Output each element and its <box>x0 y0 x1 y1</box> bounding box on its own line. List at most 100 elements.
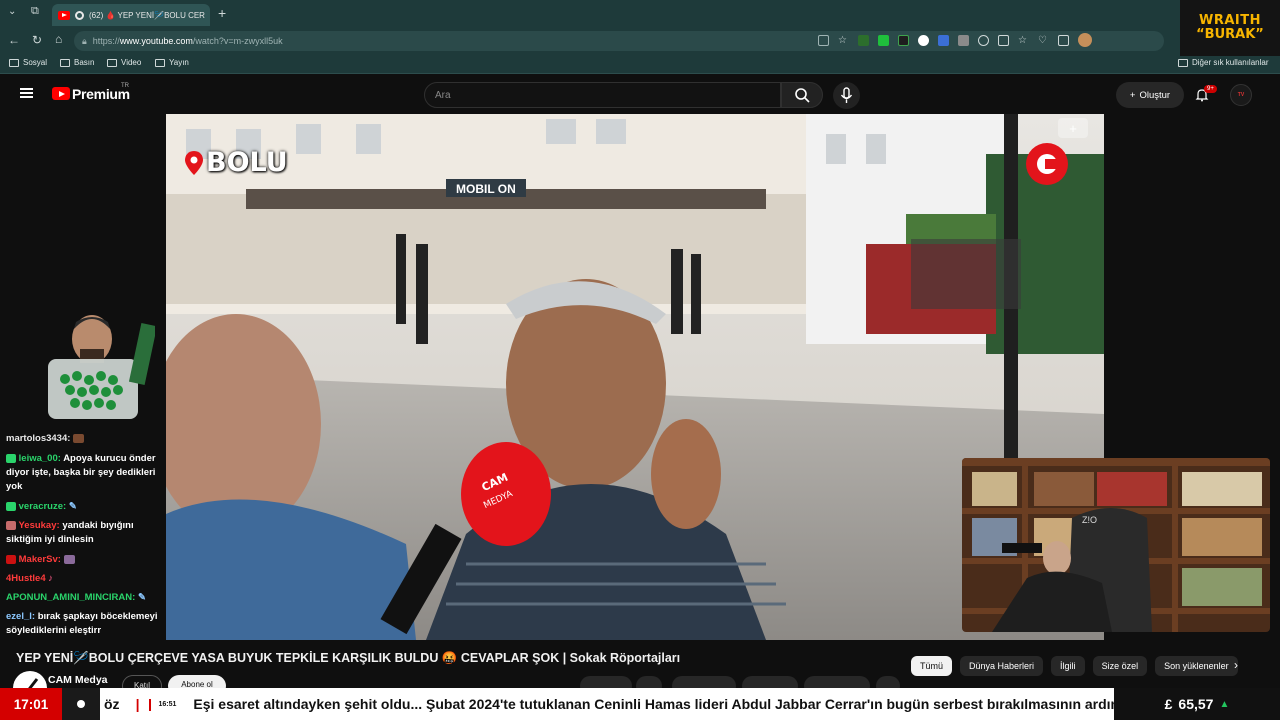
reload-icon[interactable]: ↻ <box>32 34 42 46</box>
currency-rate: £ 65,57 ▲ <box>1114 688 1280 720</box>
tab-list-icon[interactable]: ⌄ <box>8 7 16 17</box>
microphone-icon <box>840 87 853 103</box>
folder-icon <box>107 58 117 67</box>
bookmark-folder[interactable]: Video <box>107 58 141 67</box>
add-overlay-button[interactable]: + <box>1058 118 1088 138</box>
youtube-logo-icon[interactable] <box>52 87 70 100</box>
bookmark-folder[interactable]: Basın <box>60 58 94 67</box>
extension-h-icon[interactable] <box>858 34 869 46</box>
other-bookmarks-label: Diğer sık kullanılanlar <box>1192 58 1269 67</box>
chip-related[interactable]: İlgili <box>1051 656 1085 676</box>
new-tab-button[interactable]: + <box>218 6 226 20</box>
chip-recently-uploaded[interactable]: Son yüklenenler <box>1155 656 1238 676</box>
ticker-separator: | <box>135 696 140 712</box>
profile-avatar-icon[interactable] <box>1078 33 1092 47</box>
search-input[interactable]: Ara <box>424 82 781 108</box>
emote-icon: ✎ <box>137 592 146 603</box>
chip-all[interactable]: Tümü <box>911 656 953 676</box>
bookmark-folder[interactable]: Sosyal <box>9 58 47 67</box>
chat-username[interactable]: veracruze: <box>19 501 67 512</box>
chat-message: Yesukay: yandaki bıyığını siktiğim iyi d… <box>6 519 166 547</box>
search-icon <box>795 88 810 103</box>
chat-message: leiwa_00: Apoya kurucu önder diyor işte,… <box>6 452 166 494</box>
chip-for-you[interactable]: Size özel <box>1092 656 1148 676</box>
channel-name[interactable]: CAM Medya <box>48 674 108 686</box>
extension-shield-icon[interactable] <box>938 34 949 46</box>
chat-username[interactable]: ezel_l: <box>6 611 35 622</box>
extensions-puzzle-icon[interactable] <box>978 34 989 46</box>
workspaces-icon[interactable]: ⧉ <box>31 6 39 17</box>
ticker-prev-fragment: öz <box>104 696 120 712</box>
currency-symbol: £ <box>1164 696 1173 712</box>
chat-message: 4Hustle4 ♪ <box>6 572 166 586</box>
chat-username[interactable]: APONUN_AMINI_MINCIRAN: <box>6 592 135 603</box>
chat-username[interactable]: MakerSv: <box>19 554 61 565</box>
folder-icon <box>9 58 19 67</box>
svg-text:Z!O: Z!O <box>1082 515 1097 525</box>
streamer-overlay-logo: WRAITH “BURAK” <box>1180 0 1280 56</box>
app-install-icon[interactable] <box>818 34 829 46</box>
tab-youtube[interactable]: (62) 🩸 YEP YENİ🪡BOLU CER ✕ <box>52 4 210 26</box>
tab-title: (62) 🩸 YEP YENİ🪡BOLU CER <box>89 10 205 20</box>
favorite-star-icon[interactable]: ☆ <box>838 35 849 46</box>
live-chat-overlay: martolos3434: leiwa_00: Apoya kurucu önd… <box>0 114 166 640</box>
youtube-header: Premium TR Ara + Oluştur 9+ TV <box>0 74 1280 114</box>
home-icon[interactable]: ⌂ <box>55 33 62 45</box>
ticker-headline: Eşi esaret altındayken şehit oldu... Şub… <box>193 696 1114 712</box>
chat-username[interactable]: martolos3434: <box>6 433 70 444</box>
emote-icon: ✎ <box>68 501 77 512</box>
url-path: /watch?v=m-zwyxll5uk <box>192 36 283 46</box>
location-name: BOLU <box>206 147 288 178</box>
notification-count-badge: 9+ <box>1204 85 1217 93</box>
location-pin-icon <box>185 150 203 175</box>
overlay-line-1: WRAITH <box>1199 13 1261 29</box>
chevron-right-icon[interactable]: › <box>1234 658 1238 672</box>
back-icon[interactable]: ← <box>8 34 20 46</box>
menu-icon[interactable] <box>20 88 33 98</box>
chat-message: APONUN_AMINI_MINCIRAN: ✎ <box>6 591 166 605</box>
streamer-webcam: Z!O <box>962 458 1270 632</box>
account-avatar[interactable]: TV <box>1230 84 1252 106</box>
bookmark-label: Basın <box>74 58 95 67</box>
extension-s-icon[interactable] <box>958 34 969 46</box>
chip-world-news[interactable]: Dünya Haberleri <box>960 656 1044 676</box>
bookmark-label: Video <box>121 58 142 67</box>
extension-battery-icon[interactable] <box>878 34 889 46</box>
streamer-avatar-cutout <box>48 315 155 419</box>
location-tag: BOLU <box>184 147 288 178</box>
collections-icon[interactable]: ♡ <box>1038 35 1049 46</box>
split-screen-icon[interactable] <box>998 34 1009 46</box>
chat-username[interactable]: Yesukay: <box>18 520 59 531</box>
chat-username[interactable]: leiwa_00: <box>19 453 61 464</box>
url-prefix: https:// <box>92 36 120 46</box>
search-placeholder: Ara <box>435 89 451 101</box>
other-bookmarks[interactable]: Diğer sık kullanılanlar <box>1178 58 1268 67</box>
ticker-item-time: 16:51 <box>149 698 179 711</box>
bookmark-folder[interactable]: Yayın <box>155 58 189 67</box>
bookmark-label: Sosyal <box>23 58 48 67</box>
watch-metadata: YEP YENİ🪡BOLU ÇERÇEVE YASA BUYUK TEPKİLE… <box>0 640 1280 705</box>
folder-icon <box>155 58 165 67</box>
create-button[interactable]: + Oluştur <box>1116 82 1184 108</box>
emote-icon: ♪ <box>48 573 53 584</box>
bookmarks-bar: Sosyal Basın Video Yayın Diğer sık kulla… <box>0 54 1280 74</box>
folder-icon <box>60 58 70 67</box>
member-badge-icon <box>6 554 16 564</box>
extension-globe-icon[interactable] <box>918 34 929 46</box>
video-title: YEP YENİ🪡BOLU ÇERÇEVE YASA BUYUK TEPKİLE… <box>16 651 681 665</box>
svg-text:MOBIL ON: MOBIL ON <box>456 182 516 196</box>
ticker-headlines: öz | 16:51 Eşi esaret altındayken şehit … <box>104 688 1114 720</box>
member-badge-icon <box>6 501 16 511</box>
browser-address-row: ← ↻ ⌂ 🔒︎ https://www.youtube.com/watch?v… <box>0 28 1280 54</box>
recording-icon <box>75 10 84 20</box>
chat-message: veracruze: ✎ <box>6 500 166 514</box>
browser-tab-bar: ⌄ ⧉ (62) 🩸 YEP YENİ🪡BOLU CER ✕ + <box>0 0 1280 28</box>
sidebar-blank <box>1104 114 1280 458</box>
favorites-icon[interactable]: ☆ <box>1018 35 1029 46</box>
screenshot-icon[interactable] <box>1058 34 1069 46</box>
currency-value: 65,57 <box>1178 696 1214 712</box>
search-button[interactable] <box>781 82 823 108</box>
chat-username[interactable]: 4Hustle4 <box>6 573 46 584</box>
extension-x-icon[interactable] <box>898 34 909 46</box>
voice-search-button[interactable] <box>833 82 860 109</box>
